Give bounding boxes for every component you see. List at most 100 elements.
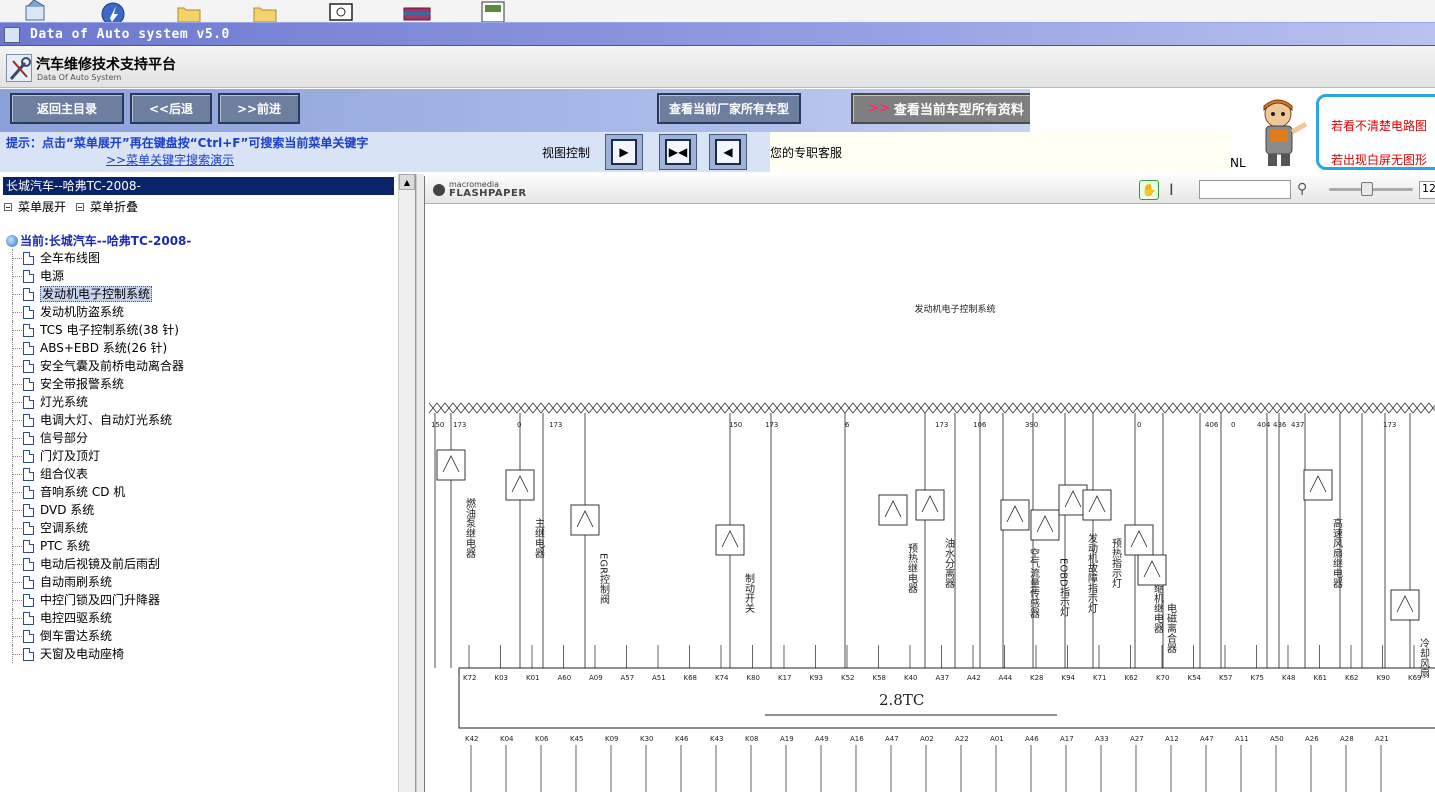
tree-connector bbox=[12, 348, 22, 349]
pin-label: A09 bbox=[589, 674, 603, 682]
hatch-mark bbox=[748, 402, 758, 414]
menu-tree-item[interactable]: 天窗及电动座椅 bbox=[10, 645, 390, 663]
menu-expand-button[interactable]: 菜单展开 bbox=[4, 198, 66, 215]
document-icon bbox=[23, 324, 34, 337]
menu-tree-item[interactable]: 灯光系统 bbox=[10, 393, 390, 411]
view-split-button[interactable]: ▶◀ bbox=[659, 134, 697, 170]
wiring-diagram: 发动机电子控制系统 150 173 0 173 150 173 6 173 106 390 0 406… bbox=[428, 303, 1435, 792]
desktop-shortcut-icon[interactable] bbox=[96, 0, 130, 22]
hatch-mark bbox=[740, 402, 750, 414]
hatch-mark bbox=[492, 402, 502, 414]
search-demo-link[interactable]: >>菜单关键字搜索演示 bbox=[106, 151, 234, 168]
document-icon bbox=[23, 486, 34, 499]
zoom-slider-knob[interactable] bbox=[1361, 182, 1373, 196]
pin-label: A01 bbox=[990, 735, 1004, 743]
title-bar[interactable]: Data of Auto system v5.0 bbox=[0, 22, 1435, 46]
menu-tree-item[interactable]: 门灯及顶灯 bbox=[10, 447, 390, 465]
folder-icon[interactable] bbox=[172, 0, 206, 22]
flashpaper-brand-bottom: FLASHPAPER bbox=[449, 188, 527, 199]
app-shortcut-icon[interactable] bbox=[324, 0, 358, 22]
pin-label: K74 bbox=[715, 674, 729, 682]
archive-icon[interactable] bbox=[400, 0, 434, 22]
menu-tree-item[interactable]: TCS 电子控制系统(38 针) bbox=[10, 321, 390, 339]
menu-tree-item[interactable]: 全车布线图 bbox=[10, 249, 390, 267]
menu-tree-item[interactable]: PTC 系统 bbox=[10, 537, 390, 555]
hatch-mark bbox=[1332, 402, 1342, 414]
hatch-mark bbox=[676, 402, 686, 414]
hatch-mark bbox=[612, 402, 622, 414]
hatch-mark bbox=[764, 402, 774, 414]
menu-tree-item[interactable]: 信号部分 bbox=[10, 429, 390, 447]
menu-tree-item[interactable]: 自动雨刷系统 bbox=[10, 573, 390, 591]
menu-tree-item[interactable]: 发动机电子控制系统 bbox=[10, 285, 390, 303]
menu-tree-item[interactable]: 音响系统 CD 机 bbox=[10, 483, 390, 501]
text-select-icon[interactable]: I bbox=[1169, 180, 1174, 199]
zoom-input[interactable]: 12 bbox=[1419, 181, 1435, 199]
menu-tree-item[interactable]: 电源 bbox=[10, 267, 390, 285]
tree-root[interactable]: 当前:长城汽车--哈弗TC-2008- bbox=[6, 232, 191, 249]
hatch-mark bbox=[684, 402, 694, 414]
menu-tree-item[interactable]: ABS+EBD 系统(26 针) bbox=[10, 339, 390, 357]
app-header-title: 汽车维修技术支持平台 bbox=[36, 57, 176, 73]
menu-expand-label: 菜单展开 bbox=[18, 200, 67, 214]
pin-label: A12 bbox=[1165, 735, 1179, 743]
menu-tree-item[interactable]: DVD 系统 bbox=[10, 501, 390, 519]
hatch-mark bbox=[948, 402, 958, 414]
hatch-mark bbox=[452, 402, 462, 414]
home-button[interactable]: 返回主目录 bbox=[10, 93, 124, 124]
diagram-title: 发动机电子控制系统 bbox=[914, 303, 995, 315]
pan-hand-icon[interactable]: ✋ bbox=[1139, 180, 1159, 200]
hatch-mark bbox=[932, 402, 942, 414]
document-icon bbox=[23, 540, 34, 553]
arrow-left-icon: ◀ bbox=[715, 139, 741, 165]
view-right-button[interactable]: ▶ bbox=[605, 134, 643, 170]
pin-label: A16 bbox=[850, 735, 864, 743]
menu-tree-item[interactable]: 安全带报警系统 bbox=[10, 375, 390, 393]
view-all-models-button[interactable]: 查看当前厂家所有车型 bbox=[657, 93, 801, 124]
document-icon[interactable] bbox=[476, 0, 510, 22]
menu-tree-item[interactable]: 电控四驱系统 bbox=[10, 609, 390, 627]
back-button[interactable]: <<后退 bbox=[130, 93, 212, 124]
menu-collapse-button[interactable]: 菜单折叠 bbox=[76, 198, 138, 215]
forward-button[interactable]: >>前进 bbox=[218, 93, 300, 124]
flashpaper-logo-icon bbox=[433, 184, 445, 196]
folder-icon[interactable] bbox=[248, 0, 282, 22]
help-banner[interactable]: NL 若看不清楚电路图 若出现白屏无图形 bbox=[1230, 92, 1435, 172]
scroll-up-icon[interactable]: ▲ bbox=[399, 174, 415, 190]
document-icon bbox=[23, 270, 34, 283]
menu-scrollbar[interactable]: ▲ bbox=[398, 174, 415, 792]
panel-splitter[interactable] bbox=[416, 174, 424, 792]
view-left-button[interactable]: ◀ bbox=[709, 134, 747, 170]
desktop-shortcut-icon[interactable] bbox=[20, 0, 54, 22]
component-box bbox=[915, 489, 945, 521]
menu-tree-item[interactable]: 发动机防盗系统 bbox=[10, 303, 390, 321]
pin-label: K52 bbox=[841, 674, 855, 682]
wiring-diagram-page[interactable]: 发动机电子控制系统 150 173 0 173 150 173 6 173 106 390 0 406… bbox=[425, 205, 1435, 792]
pin-label: A37 bbox=[936, 674, 950, 682]
menu-tree-item[interactable]: 空调系统 bbox=[10, 519, 390, 537]
hatch-mark bbox=[892, 402, 902, 414]
pin-label: K30 bbox=[640, 735, 654, 743]
menu-panel-header: 长城汽车--哈弗TC-2008- bbox=[3, 177, 394, 195]
pin-label: A47 bbox=[885, 735, 899, 743]
menu-tree-item[interactable]: 电动后视镜及前后雨刮 bbox=[10, 555, 390, 573]
menu-tree-item-label: 门灯及顶灯 bbox=[40, 449, 101, 463]
wire-number: 173 bbox=[935, 421, 948, 429]
menu-tree-item-label: 自动雨刷系统 bbox=[40, 575, 113, 589]
pin-label: K62 bbox=[1345, 674, 1359, 682]
menu-tree-item[interactable]: 倒车雷达系统 bbox=[10, 627, 390, 645]
pin-label: K94 bbox=[1062, 674, 1076, 682]
search-icon[interactable]: ⚲ bbox=[1297, 181, 1307, 197]
menu-tree-item[interactable]: 电调大灯、自动灯光系统 bbox=[10, 411, 390, 429]
hatch-mark bbox=[964, 402, 974, 414]
hatch-mark bbox=[628, 402, 638, 414]
menu-tree-item-label: 发动机电子控制系统 bbox=[40, 286, 153, 302]
menu-tree-item[interactable]: 安全气囊及前桥电动离合器 bbox=[10, 357, 390, 375]
document-icon bbox=[23, 306, 34, 319]
hatch-mark bbox=[1300, 402, 1310, 414]
view-all-data-button[interactable]: >> 查看当前车型所有资料 bbox=[851, 93, 1041, 124]
hatch-mark bbox=[1348, 402, 1358, 414]
menu-tree-item[interactable]: 中控门锁及四门升降器 bbox=[10, 591, 390, 609]
document-search-input[interactable] bbox=[1199, 180, 1291, 199]
menu-tree-item[interactable]: 组合仪表 bbox=[10, 465, 390, 483]
